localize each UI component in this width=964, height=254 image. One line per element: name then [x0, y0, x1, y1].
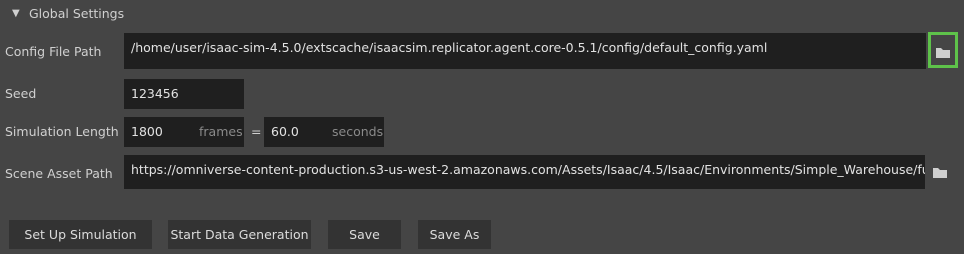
seed-label: Seed: [5, 86, 37, 101]
seconds-input[interactable]: 60.0 seconds: [264, 117, 384, 147]
folder-icon: [933, 168, 947, 178]
start-data-generation-button[interactable]: Start Data Generation: [168, 220, 311, 249]
save-as-button[interactable]: Save As: [418, 220, 491, 249]
config-file-path-input[interactable]: /home/user/isaac-sim-4.5.0/extscache/isa…: [124, 33, 926, 69]
seconds-unit: seconds: [332, 124, 384, 139]
global-settings-panel: ▼ Global Settings Config File Path /home…: [0, 0, 964, 254]
seed-input[interactable]: 123456: [124, 79, 244, 109]
equals-sign: =: [251, 124, 262, 139]
folder-icon: [936, 48, 950, 58]
section-title: Global Settings: [29, 6, 125, 21]
scene-asset-path-label: Scene Asset Path: [5, 166, 113, 181]
section-header[interactable]: ▼ Global Settings: [0, 0, 964, 28]
seconds-value: 60.0: [271, 124, 299, 139]
config-file-path-label: Config File Path: [5, 44, 102, 59]
frames-value: 1800: [131, 124, 163, 139]
scene-asset-path-input[interactable]: https://omniverse-content-production.s3-…: [124, 155, 925, 189]
simulation-length-label: Simulation Length: [5, 124, 119, 139]
scene-browse-button[interactable]: [928, 156, 958, 192]
save-button[interactable]: Save: [328, 220, 401, 249]
triangle-down-icon[interactable]: ▼: [12, 8, 20, 19]
frames-input[interactable]: 1800 frames: [124, 117, 244, 147]
config-browse-button[interactable]: [928, 32, 958, 68]
frames-unit: frames: [199, 124, 243, 139]
set-up-simulation-button[interactable]: Set Up Simulation: [9, 220, 152, 249]
